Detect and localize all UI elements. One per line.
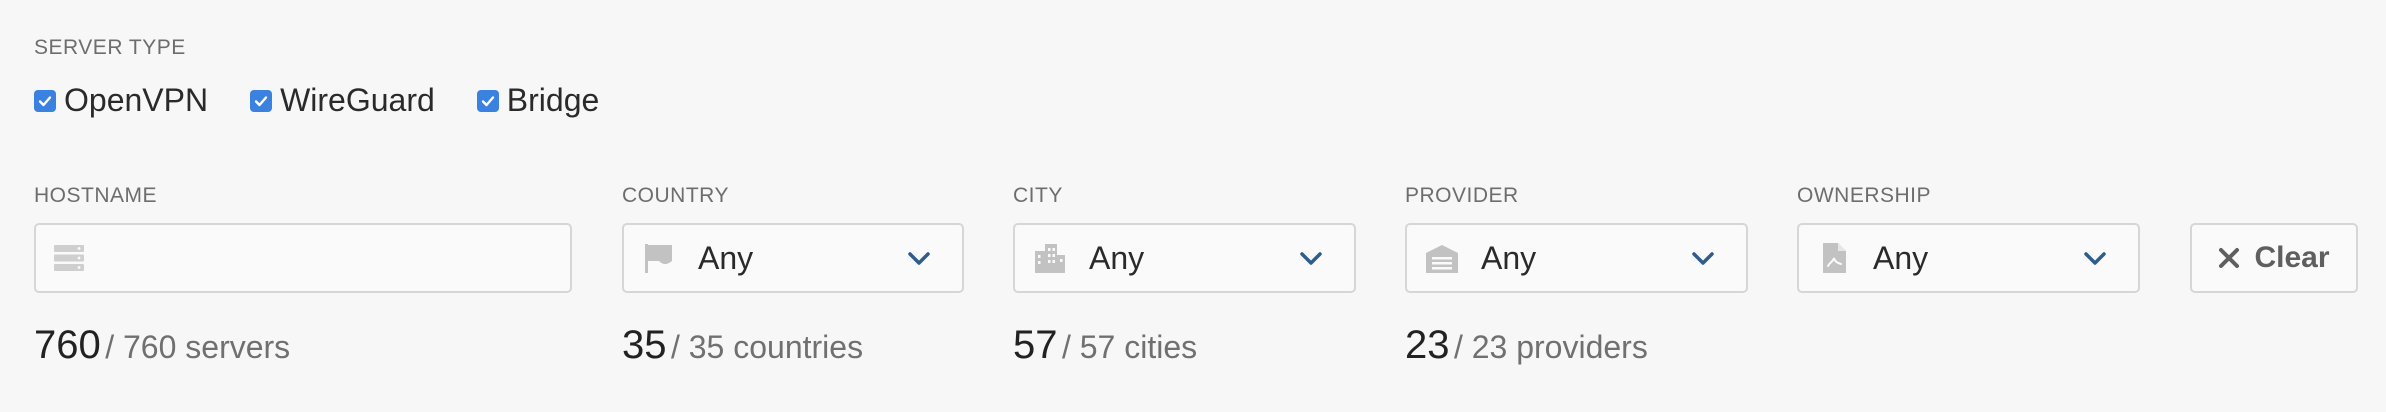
cities-count: 57 / 57 cities [1013, 323, 1197, 368]
openvpn-checkbox[interactable]: OpenVPN [34, 82, 208, 119]
checkmark-icon[interactable] [476, 89, 499, 112]
wireguard-checkbox[interactable]: WireGuard [250, 82, 435, 119]
chevron-down-icon[interactable] [1690, 245, 1716, 271]
close-icon [2218, 247, 2240, 269]
cities-count-total: / 57 cities [1061, 329, 1198, 365]
flag-icon [642, 241, 676, 275]
ownership-label: OWNERSHIP [1797, 184, 1932, 207]
countries-count: 35 / 35 countries [622, 323, 863, 368]
bridge-checkbox[interactable]: Bridge [476, 82, 600, 119]
chevron-down-icon[interactable] [1298, 245, 1324, 271]
city-value: Any [1089, 239, 1145, 276]
server-icon [52, 241, 86, 275]
cities-count-shown: 57 [1013, 323, 1058, 367]
servers-count-total: / 760 servers [105, 329, 291, 365]
chevron-down-icon[interactable] [2082, 245, 2108, 271]
servers-count-shown: 760 [34, 323, 101, 367]
servers-count: 760 / 760 servers [34, 323, 290, 368]
country-label: COUNTRY [622, 184, 729, 207]
countries-count-total: / 35 countries [670, 329, 864, 365]
ownership-value: Any [1873, 239, 1929, 276]
checkmark-icon[interactable] [250, 89, 273, 112]
wireguard-label: WireGuard [280, 82, 435, 118]
city-select[interactable]: Any [1013, 223, 1356, 293]
document-icon [1817, 241, 1851, 275]
ownership-select[interactable]: Any [1797, 223, 2140, 293]
countries-count-shown: 35 [622, 323, 667, 367]
provider-label: PROVIDER [1405, 184, 1519, 207]
server-type-options: OpenVPN WireGuard Bridge [34, 82, 641, 119]
chevron-down-icon[interactable] [906, 245, 932, 271]
providers-count-total: / 23 providers [1453, 329, 1648, 365]
clear-button[interactable]: Clear [2190, 223, 2358, 293]
providers-count-shown: 23 [1405, 323, 1450, 367]
warehouse-icon [1425, 241, 1459, 275]
server-type-label: SERVER TYPE [34, 36, 186, 59]
openvpn-label: OpenVPN [64, 82, 209, 118]
country-value: Any [698, 239, 754, 276]
city-label: CITY [1013, 184, 1063, 207]
city-buildings-icon [1033, 241, 1067, 275]
country-select[interactable]: Any [622, 223, 964, 293]
hostname-label: HOSTNAME [34, 184, 158, 207]
clear-label: Clear [2254, 241, 2330, 274]
bridge-label: Bridge [506, 82, 600, 118]
provider-select[interactable]: Any [1405, 223, 1748, 293]
provider-value: Any [1481, 239, 1537, 276]
providers-count: 23 / 23 providers [1405, 323, 1648, 368]
checkmark-icon[interactable] [34, 89, 56, 112]
hostname-input[interactable] [104, 240, 552, 276]
hostname-field[interactable] [34, 223, 572, 293]
